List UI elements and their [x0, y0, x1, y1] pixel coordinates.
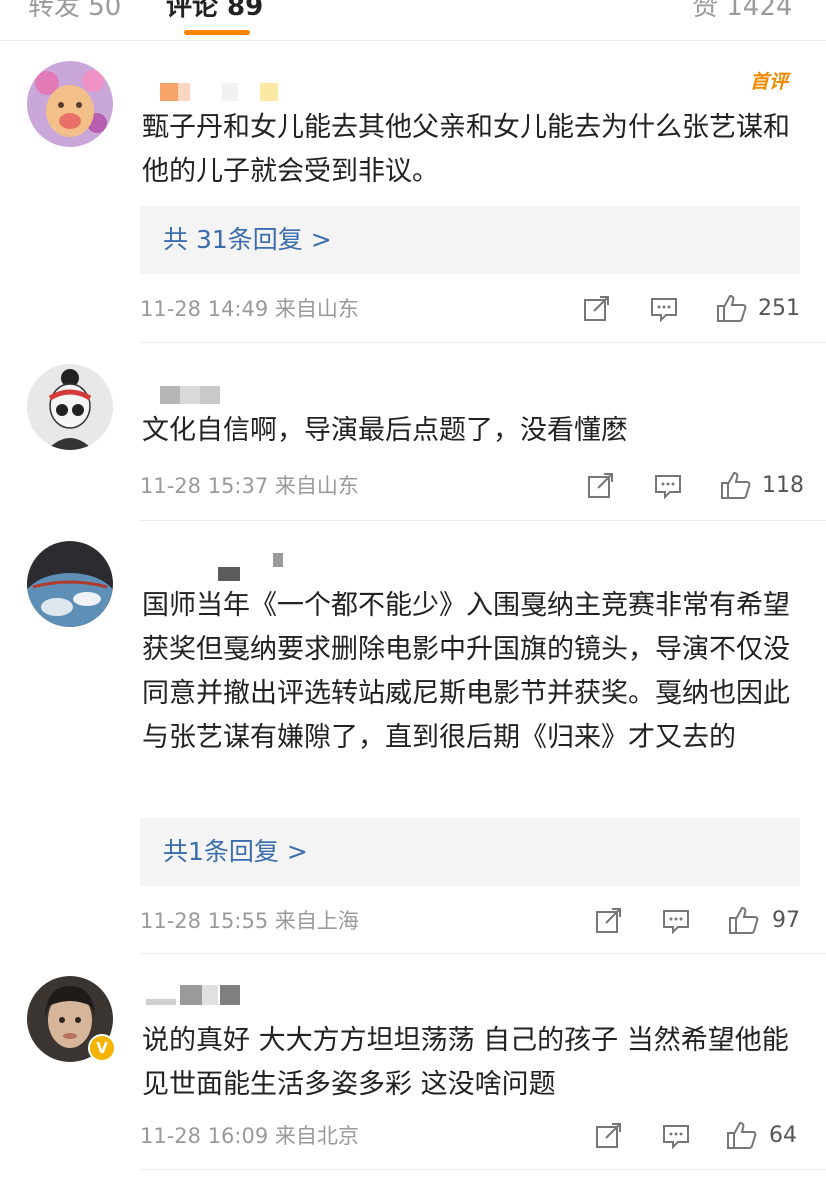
avatar-image	[27, 541, 113, 627]
like-count: 118	[762, 473, 804, 498]
tab-comments[interactable]: 评论 89	[166, 0, 263, 23]
share-icon[interactable]	[594, 1121, 624, 1151]
avatar[interactable]	[27, 364, 113, 450]
comment-icon[interactable]	[661, 1121, 691, 1151]
comment-meta: 11-28 15:55 来自上海	[140, 909, 359, 933]
verified-icon: V	[88, 1034, 116, 1062]
like-icon[interactable]	[726, 1119, 758, 1149]
divider	[140, 520, 826, 521]
active-tab-indicator	[184, 30, 250, 35]
like-icon[interactable]	[728, 904, 760, 934]
divider	[140, 342, 826, 343]
tab-likes[interactable]: 赞 1424	[692, 0, 792, 23]
tab-reposts[interactable]: 转发 50	[28, 0, 121, 23]
like-count: 64	[769, 1123, 797, 1148]
avatar[interactable]	[27, 541, 113, 627]
share-icon[interactable]	[586, 471, 616, 501]
like-count: 251	[758, 296, 800, 321]
avatar-image	[27, 364, 113, 450]
share-icon[interactable]	[594, 906, 624, 936]
comment-text: 文化自信啊，导演最后点题了，没看懂麽	[142, 415, 628, 446]
comment-text: 国师当年《一个都不能少》入围戛纳主竞赛非常有希望获奖但戛纳要求删除电影中升国旗的…	[142, 590, 790, 753]
comment-meta: 11-28 15:37 来自山东	[140, 474, 359, 498]
comment-text: 说的真好 大大方方坦坦荡荡 自己的孩子 当然希望他能见世面能生活多姿多彩 这没啥…	[142, 1025, 789, 1100]
tab-bar: 转发 50 评论 89 赞 1424	[0, 0, 826, 41]
share-icon[interactable]	[582, 294, 612, 324]
comment-text: 甄子丹和女儿能去其他父亲和女儿能去为什么张艺谋和他的儿子就会受到非议。	[142, 112, 790, 187]
like-icon[interactable]	[716, 292, 748, 322]
avatar[interactable]	[27, 61, 113, 147]
comment-meta: 11-28 16:09 来自北京	[140, 1124, 359, 1148]
avatar-image	[27, 61, 113, 147]
replies-link[interactable]: 共1条回复 >	[163, 818, 308, 886]
divider	[140, 1169, 826, 1170]
comment-meta: 11-28 14:49 来自山东	[140, 297, 359, 321]
replies-box[interactable]: 共1条回复 >	[140, 818, 800, 886]
like-count: 97	[772, 908, 800, 933]
replies-box[interactable]: 共 31条回复 >	[140, 206, 800, 274]
replies-link[interactable]: 共 31条回复 >	[163, 206, 332, 274]
comment-icon[interactable]	[653, 471, 683, 501]
first-comment-badge: 首评	[749, 71, 788, 93]
divider	[140, 953, 826, 954]
like-icon[interactable]	[720, 469, 752, 499]
comment-icon[interactable]	[649, 294, 679, 324]
comment-icon[interactable]	[661, 906, 691, 936]
